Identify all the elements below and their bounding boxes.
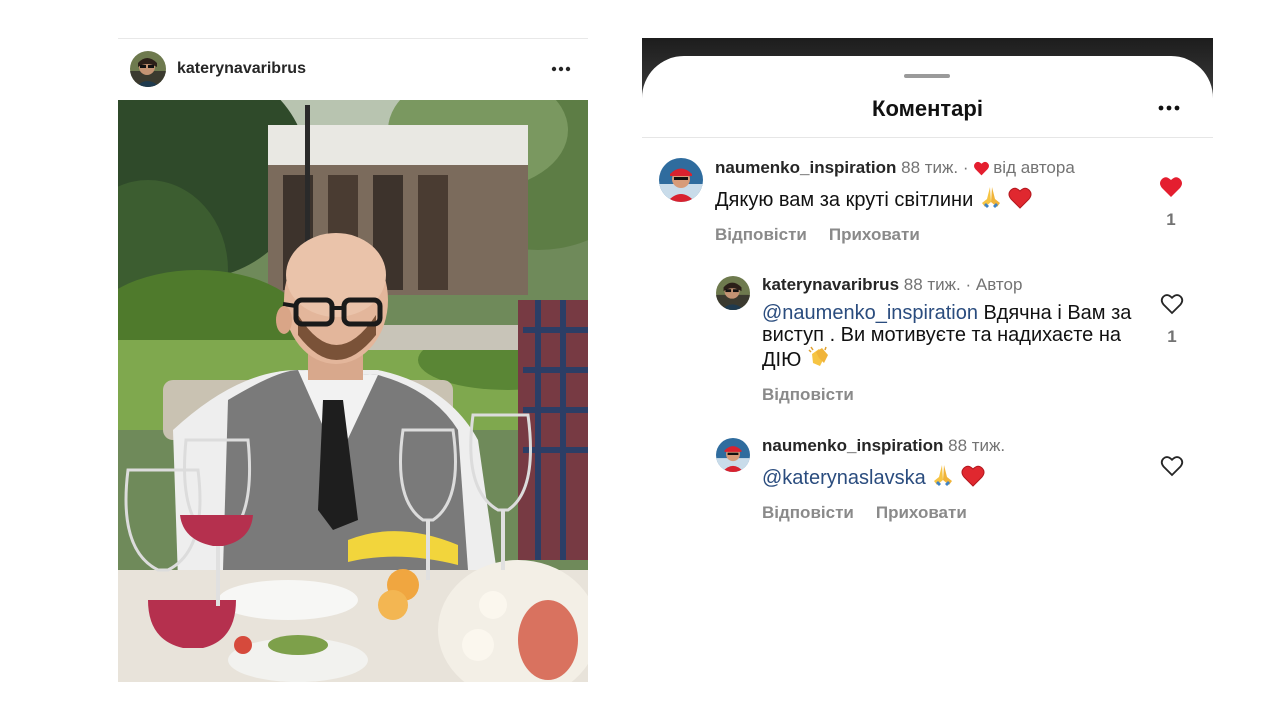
clapping-hands-emoji-icon	[808, 346, 828, 366]
comment-timestamp: 88 тиж.	[903, 275, 961, 294]
comment-item: naumenko_inspiration 88 тиж. · від автор…	[659, 158, 1199, 258]
mention-link[interactable]: @naumenko_inspiration	[762, 302, 978, 324]
reply-item: katerynavaribrus 88 тиж. · Автор @naumen…	[716, 275, 1199, 406]
comment-username[interactable]: katerynavaribrus	[762, 275, 899, 295]
like-button[interactable]	[1156, 176, 1186, 203]
comment-username[interactable]: naumenko_inspiration	[762, 436, 943, 456]
reply-button[interactable]: Відповісти	[762, 503, 854, 523]
heart-outline-icon	[1160, 456, 1184, 477]
comment-timestamp: 88 тиж.	[901, 158, 959, 177]
post-author-username[interactable]: katerynavaribrus	[177, 60, 306, 78]
comments-sheet: Коментарі naumenko_inspiration 88 тиж. ·…	[642, 56, 1213, 682]
post-photo[interactable]	[118, 100, 588, 682]
more-horizontal-icon	[551, 66, 571, 72]
folded-hands-emoji-icon	[981, 187, 1000, 208]
reply-item: naumenko_inspiration 88 тиж. @katerynasl…	[716, 436, 1199, 522]
comment-text: @naumenko_inspiration Вдячна і Вам за ви…	[762, 302, 1142, 371]
sheet-header-divider	[642, 137, 1213, 138]
comments-panel: Коментарі naumenko_inspiration 88 тиж. ·…	[642, 38, 1213, 682]
post-more-options-button[interactable]	[550, 58, 572, 80]
like-count: 1	[1166, 210, 1176, 229]
comment-timestamp: 88 тиж.	[948, 436, 1006, 455]
hide-button[interactable]: Приховати	[876, 503, 967, 523]
comment-text-body: Дякую вам за круті світлини	[715, 189, 974, 211]
post-header: katerynavaribrus	[118, 38, 588, 100]
sheet-more-options-button[interactable]	[1156, 96, 1182, 120]
post-author-avatar[interactable]	[130, 51, 166, 87]
red-heart-emoji-icon	[1008, 187, 1032, 209]
sheet-drag-handle[interactable]	[904, 74, 950, 78]
commenter-avatar[interactable]	[716, 276, 750, 310]
liked-by-author-label: від автора	[993, 158, 1075, 177]
heart-filled-icon	[1160, 177, 1182, 197]
hide-button[interactable]: Приховати	[829, 225, 920, 245]
folded-hands-emoji-icon	[934, 465, 953, 486]
heart-outline-icon	[1160, 294, 1184, 315]
like-button[interactable]	[1157, 293, 1187, 320]
comment-username[interactable]: naumenko_inspiration	[715, 158, 896, 178]
author-badge: Автор	[975, 275, 1023, 294]
sheet-title: Коментарі	[872, 96, 983, 121]
like-button[interactable]	[1157, 455, 1187, 482]
like-count: 1	[1167, 327, 1177, 346]
red-heart-emoji-icon	[961, 465, 985, 487]
mention-link[interactable]: @katerynaslavska	[762, 467, 926, 489]
post-card: katerynavaribrus	[118, 38, 588, 682]
more-horizontal-icon	[1158, 105, 1180, 111]
heart-filled-icon	[974, 161, 990, 175]
comment-text: Дякую вам за круті світлини	[715, 185, 1155, 211]
commenter-avatar[interactable]	[659, 158, 703, 202]
comment-text: @katerynaslavska	[762, 463, 1142, 489]
reply-button[interactable]: Відповісти	[715, 225, 807, 245]
reply-button[interactable]: Відповісти	[762, 385, 854, 405]
commenter-avatar[interactable]	[716, 438, 750, 472]
